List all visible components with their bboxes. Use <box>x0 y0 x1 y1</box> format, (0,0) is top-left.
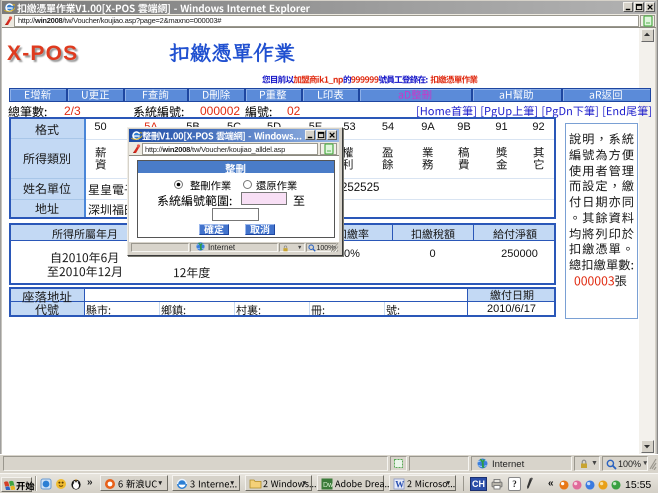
svg-text:Dw: Dw <box>323 482 333 489</box>
svg-text:W: W <box>395 479 404 489</box>
